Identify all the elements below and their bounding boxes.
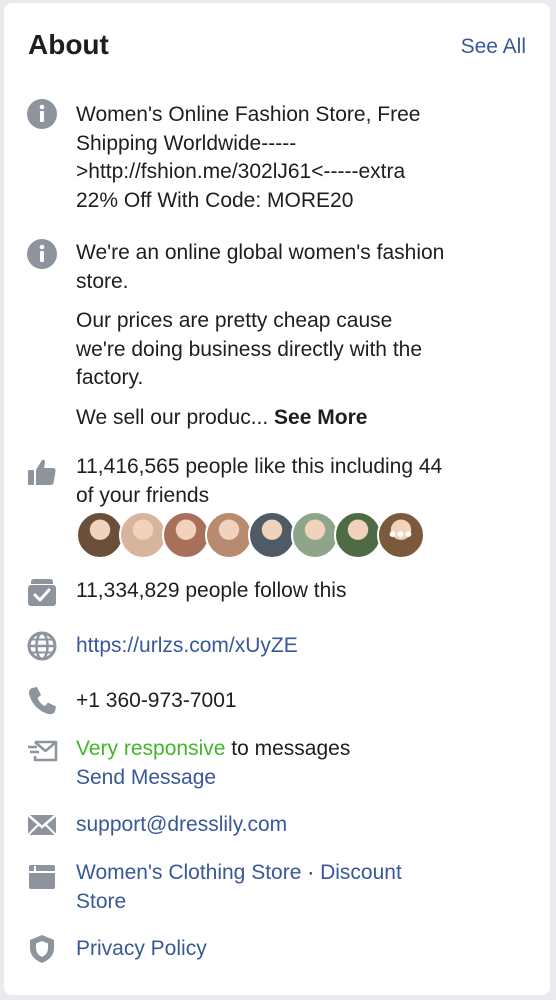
friend-avatar[interactable] — [76, 511, 124, 559]
story-line: we're doing business directly with the — [76, 337, 423, 361]
friend-avatar[interactable] — [291, 511, 339, 559]
story-truncated: We sell our produc... See More — [76, 404, 524, 433]
follow-check-icon — [26, 576, 58, 608]
friend-avatar[interactable]: ••• — [377, 511, 425, 559]
likes-line: 11,416,565 people like this including 44 — [76, 455, 443, 478]
description-line: Women's Online Fashion Store, Free — [76, 103, 421, 126]
category-link-store[interactable]: Store — [76, 890, 126, 913]
message-icon — [26, 735, 58, 767]
phone-number: +1 360-973-7001 — [76, 689, 237, 712]
see-all-link[interactable]: See All — [461, 35, 526, 59]
phone-icon — [26, 685, 58, 717]
shield-icon — [26, 933, 58, 965]
story-line: We sell our produc... — [76, 405, 269, 429]
globe-icon — [26, 630, 58, 662]
story-line: factory. — [76, 366, 144, 389]
friend-avatars: ••• — [76, 511, 436, 559]
info-icon — [26, 98, 58, 130]
description-line: 22% Off With Code: MORE20 — [76, 188, 354, 212]
send-message-link[interactable]: Send Message — [76, 766, 216, 789]
friend-avatar[interactable] — [334, 511, 382, 559]
category-icon — [26, 861, 58, 893]
privacy-policy-link[interactable]: Privacy Policy — [76, 935, 524, 964]
about-card: About See All Women's Online Fashion Sto… — [4, 3, 550, 995]
category-link-discount[interactable]: Discount — [320, 861, 402, 884]
story-line: We're an online global women's fashion — [76, 241, 445, 264]
see-more-link[interactable]: See More — [274, 406, 367, 429]
category-separator: · — [301, 861, 321, 884]
friend-avatar[interactable] — [119, 511, 167, 559]
email-link[interactable]: support@dresslily.com — [76, 811, 524, 840]
about-header: About See All — [28, 29, 526, 69]
category-link-clothing[interactable]: Women's Clothing Store — [76, 861, 301, 884]
description-line: Shipping Worldwide----- — [76, 131, 297, 155]
messaging-text: Very responsive to messages Send Message — [76, 735, 524, 792]
about-title: About — [28, 29, 109, 60]
description-line: >http://fshion.me/302lJ61<-----extra — [76, 160, 406, 183]
description-text: Women's Online Fashion Store, Free Shipp… — [76, 101, 524, 215]
more-friends-indicator: ••• — [388, 523, 413, 546]
responsiveness-line: Very responsive to messages — [76, 735, 524, 764]
story-line: store. — [76, 269, 129, 293]
responsive-suffix: to messages — [225, 737, 351, 760]
website-link[interactable]: https://urlzs.com/xUyZE — [76, 632, 524, 661]
info-icon — [26, 238, 58, 270]
friend-avatar[interactable] — [162, 511, 210, 559]
story-line: Our prices are pretty cheap cause — [76, 309, 393, 332]
follows-text: 11,334,829 people follow this — [76, 579, 347, 602]
likes-line: of your friends — [76, 483, 210, 507]
likes-text: 11,416,565 people like this including 44… — [76, 453, 524, 510]
story-text: We're an online global women's fashion s… — [76, 239, 524, 432]
thumbs-up-icon — [26, 456, 58, 488]
friend-avatar[interactable] — [248, 511, 296, 559]
responsive-label: Very responsive — [76, 737, 226, 760]
category-text: Women's Clothing Store · Discount Store — [76, 859, 524, 916]
envelope-icon — [26, 809, 58, 841]
friend-avatar[interactable] — [205, 511, 253, 559]
